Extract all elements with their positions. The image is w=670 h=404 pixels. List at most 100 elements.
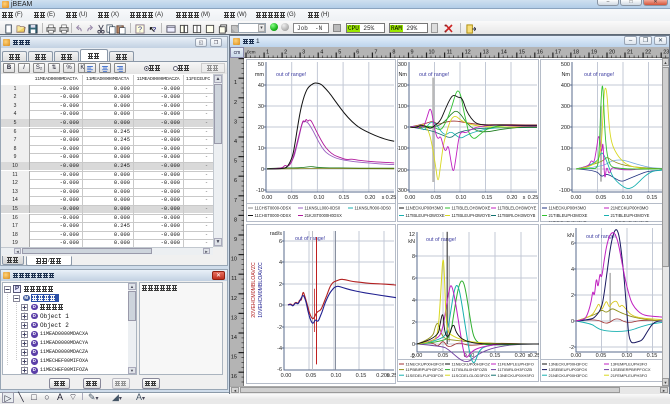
svg-text:21NECKUP00H3MO: 21NECKUP00H3MO xyxy=(611,206,649,211)
svg-text:0: 0 xyxy=(261,167,264,173)
svg-text:0.05: 0.05 xyxy=(288,195,299,201)
svg-text:4: 4 xyxy=(412,298,415,304)
svg-text:mm: mm xyxy=(255,72,265,78)
svg-text:12: 12 xyxy=(409,232,415,238)
svg-text:0.15: 0.15 xyxy=(356,373,367,379)
svg-text:0.00: 0.00 xyxy=(571,353,582,359)
svg-text:4: 4 xyxy=(234,139,237,145)
svg-text:0: 0 xyxy=(567,167,570,173)
svg-text:0.10: 0.10 xyxy=(622,353,633,359)
svg-text:500: 500 xyxy=(561,62,570,68)
svg-text:-2: -2 xyxy=(277,325,282,331)
svg-text:0.20: 0.20 xyxy=(515,353,526,359)
svg-text:0.20: 0.20 xyxy=(507,195,518,201)
svg-text:13FEMPLEUPH3FO: 13FEMPLEUPH3FO xyxy=(611,362,648,367)
svg-text:11KNSLL000-0DS0: 11KNSLL000-0DS0 xyxy=(305,206,341,211)
svg-text:1: 1 xyxy=(234,80,237,86)
svg-text:2: 2 xyxy=(234,100,237,106)
svg-text:0.05: 0.05 xyxy=(306,373,317,379)
svg-text:-10: -10 xyxy=(256,188,264,194)
svg-text:6: 6 xyxy=(234,178,237,184)
svg-text:-4: -4 xyxy=(277,346,282,352)
svg-text:-300: -300 xyxy=(397,188,407,194)
svg-text:0.25: 0.25 xyxy=(530,353,539,359)
svg-text:0.15: 0.15 xyxy=(490,353,501,359)
svg-text:4: 4 xyxy=(279,260,282,266)
svg-text:-200: -200 xyxy=(397,168,407,174)
svg-text:0.10: 0.10 xyxy=(622,195,633,201)
svg-text:11: 11 xyxy=(231,276,237,282)
svg-text:30: 30 xyxy=(258,104,264,110)
svg-text:21FEMPLEUPH3FO: 21FEMPLEUPH3FO xyxy=(611,373,648,378)
svg-text:0.15: 0.15 xyxy=(647,353,658,359)
svg-text:13: 13 xyxy=(231,315,237,321)
svg-text:13SEBERPBRPFOCX: 13SEBERPBRPFOCX xyxy=(611,367,651,372)
svg-text:out of range!: out of range! xyxy=(584,72,615,78)
svg-text:0: 0 xyxy=(279,303,282,309)
svg-text:11SCDELGL0D3FOX: 11SCDELGL0D3FOX xyxy=(452,373,491,378)
svg-text:20: 20 xyxy=(258,125,264,131)
svg-text:0.05: 0.05 xyxy=(596,195,607,201)
svg-text:-100: -100 xyxy=(559,188,570,194)
svg-text:11NECKUP00H3FOX: 11NECKUP00H3FOX xyxy=(406,362,445,367)
svg-text:0.05: 0.05 xyxy=(431,195,442,201)
svg-text:out of range!: out of range! xyxy=(295,236,326,242)
svg-text:11KNSLR000-0DS0: 11KNSLR000-0DS0 xyxy=(355,206,392,211)
svg-text:0.25: 0.25 xyxy=(386,195,396,201)
svg-text:50: 50 xyxy=(258,62,264,68)
svg-text:8: 8 xyxy=(234,217,237,223)
svg-text:20VEHCM0MBLOAVZC: 20VEHCM0MBLOAVZC xyxy=(251,262,257,318)
svg-text:5: 5 xyxy=(234,159,237,165)
svg-text:0.15: 0.15 xyxy=(482,195,493,201)
svg-text:0.00: 0.00 xyxy=(412,353,423,359)
svg-text:10: 10 xyxy=(231,257,237,263)
svg-text:14: 14 xyxy=(231,335,237,341)
svg-text:0.20: 0.20 xyxy=(365,195,376,201)
svg-text:13SEBEUFUP03FOX: 13SEBEUFUP03FOX xyxy=(549,367,588,372)
svg-text:-100: -100 xyxy=(397,146,407,152)
svg-text:0.00: 0.00 xyxy=(281,373,292,379)
svg-text:0.25: 0.25 xyxy=(528,195,539,201)
svg-text:21TIBLEUPH3MOYE: 21TIBLEUPH3MOYE xyxy=(611,213,650,218)
svg-text:15: 15 xyxy=(231,355,237,361)
svg-text:Nm: Nm xyxy=(398,72,407,78)
svg-text:0.25: 0.25 xyxy=(387,373,396,379)
svg-text:9: 9 xyxy=(234,237,237,243)
svg-text:11TIBIRL0H3FOZB: 11TIBIRL0H3FOZB xyxy=(498,367,533,372)
svg-text:11TIBLELOH3WOYE: 11TIBLELOH3WOYE xyxy=(498,206,537,211)
svg-text:200: 200 xyxy=(398,83,407,89)
svg-text:11NECKUP00H3FOZ: 11NECKUP00H3FOZ xyxy=(452,362,491,367)
svg-text:0.10: 0.10 xyxy=(314,195,325,201)
svg-text:10VEHCM0MBLOAVZC: 10VEHCM0MBLOAVZC xyxy=(258,262,264,318)
svg-text:0.15: 0.15 xyxy=(647,195,658,201)
svg-text:6: 6 xyxy=(279,239,282,245)
svg-text:rad/s: rad/s xyxy=(270,231,282,237)
svg-text:11TIBLBL0H3FOZB: 11TIBLBL0H3FOZB xyxy=(452,367,488,372)
svg-text:40: 40 xyxy=(258,83,264,89)
svg-text:12: 12 xyxy=(231,296,237,302)
svg-text:200: 200 xyxy=(561,125,570,131)
svg-text:2: 2 xyxy=(279,282,282,288)
svg-text:s: s xyxy=(523,195,526,201)
svg-text:6: 6 xyxy=(412,276,415,282)
svg-text:400: 400 xyxy=(561,83,570,89)
svg-text:11CHST0000-0DSX: 11CHST0000-0DSX xyxy=(255,206,292,211)
svg-text:0: 0 xyxy=(412,342,415,348)
svg-text:2: 2 xyxy=(412,320,415,326)
svg-text:11NECKUP00H3MO: 11NECKUP00H3MO xyxy=(406,206,444,211)
svg-text:kN: kN xyxy=(567,233,574,239)
svg-text:11NECKUP00H3MO: 11NECKUP00H3MO xyxy=(549,206,587,211)
svg-text:out of range!: out of range! xyxy=(426,237,457,243)
svg-text:0.15: 0.15 xyxy=(339,195,350,201)
svg-text:s: s xyxy=(382,195,385,201)
svg-text:11TIBLEUPH3WOXE: 11TIBLEUPH3WOXE xyxy=(406,213,445,218)
svg-text:0.05: 0.05 xyxy=(596,353,607,359)
svg-text:0: 0 xyxy=(404,125,407,131)
svg-text:16: 16 xyxy=(231,374,237,380)
svg-text:21KJST0000H0DSX: 21KJST0000H0DSX xyxy=(305,213,343,218)
svg-text:10: 10 xyxy=(258,146,264,152)
svg-text:7: 7 xyxy=(234,198,237,204)
svg-text:kN: kN xyxy=(408,239,415,245)
svg-text:0.10: 0.10 xyxy=(456,195,467,201)
svg-text:-2: -2 xyxy=(569,345,574,351)
